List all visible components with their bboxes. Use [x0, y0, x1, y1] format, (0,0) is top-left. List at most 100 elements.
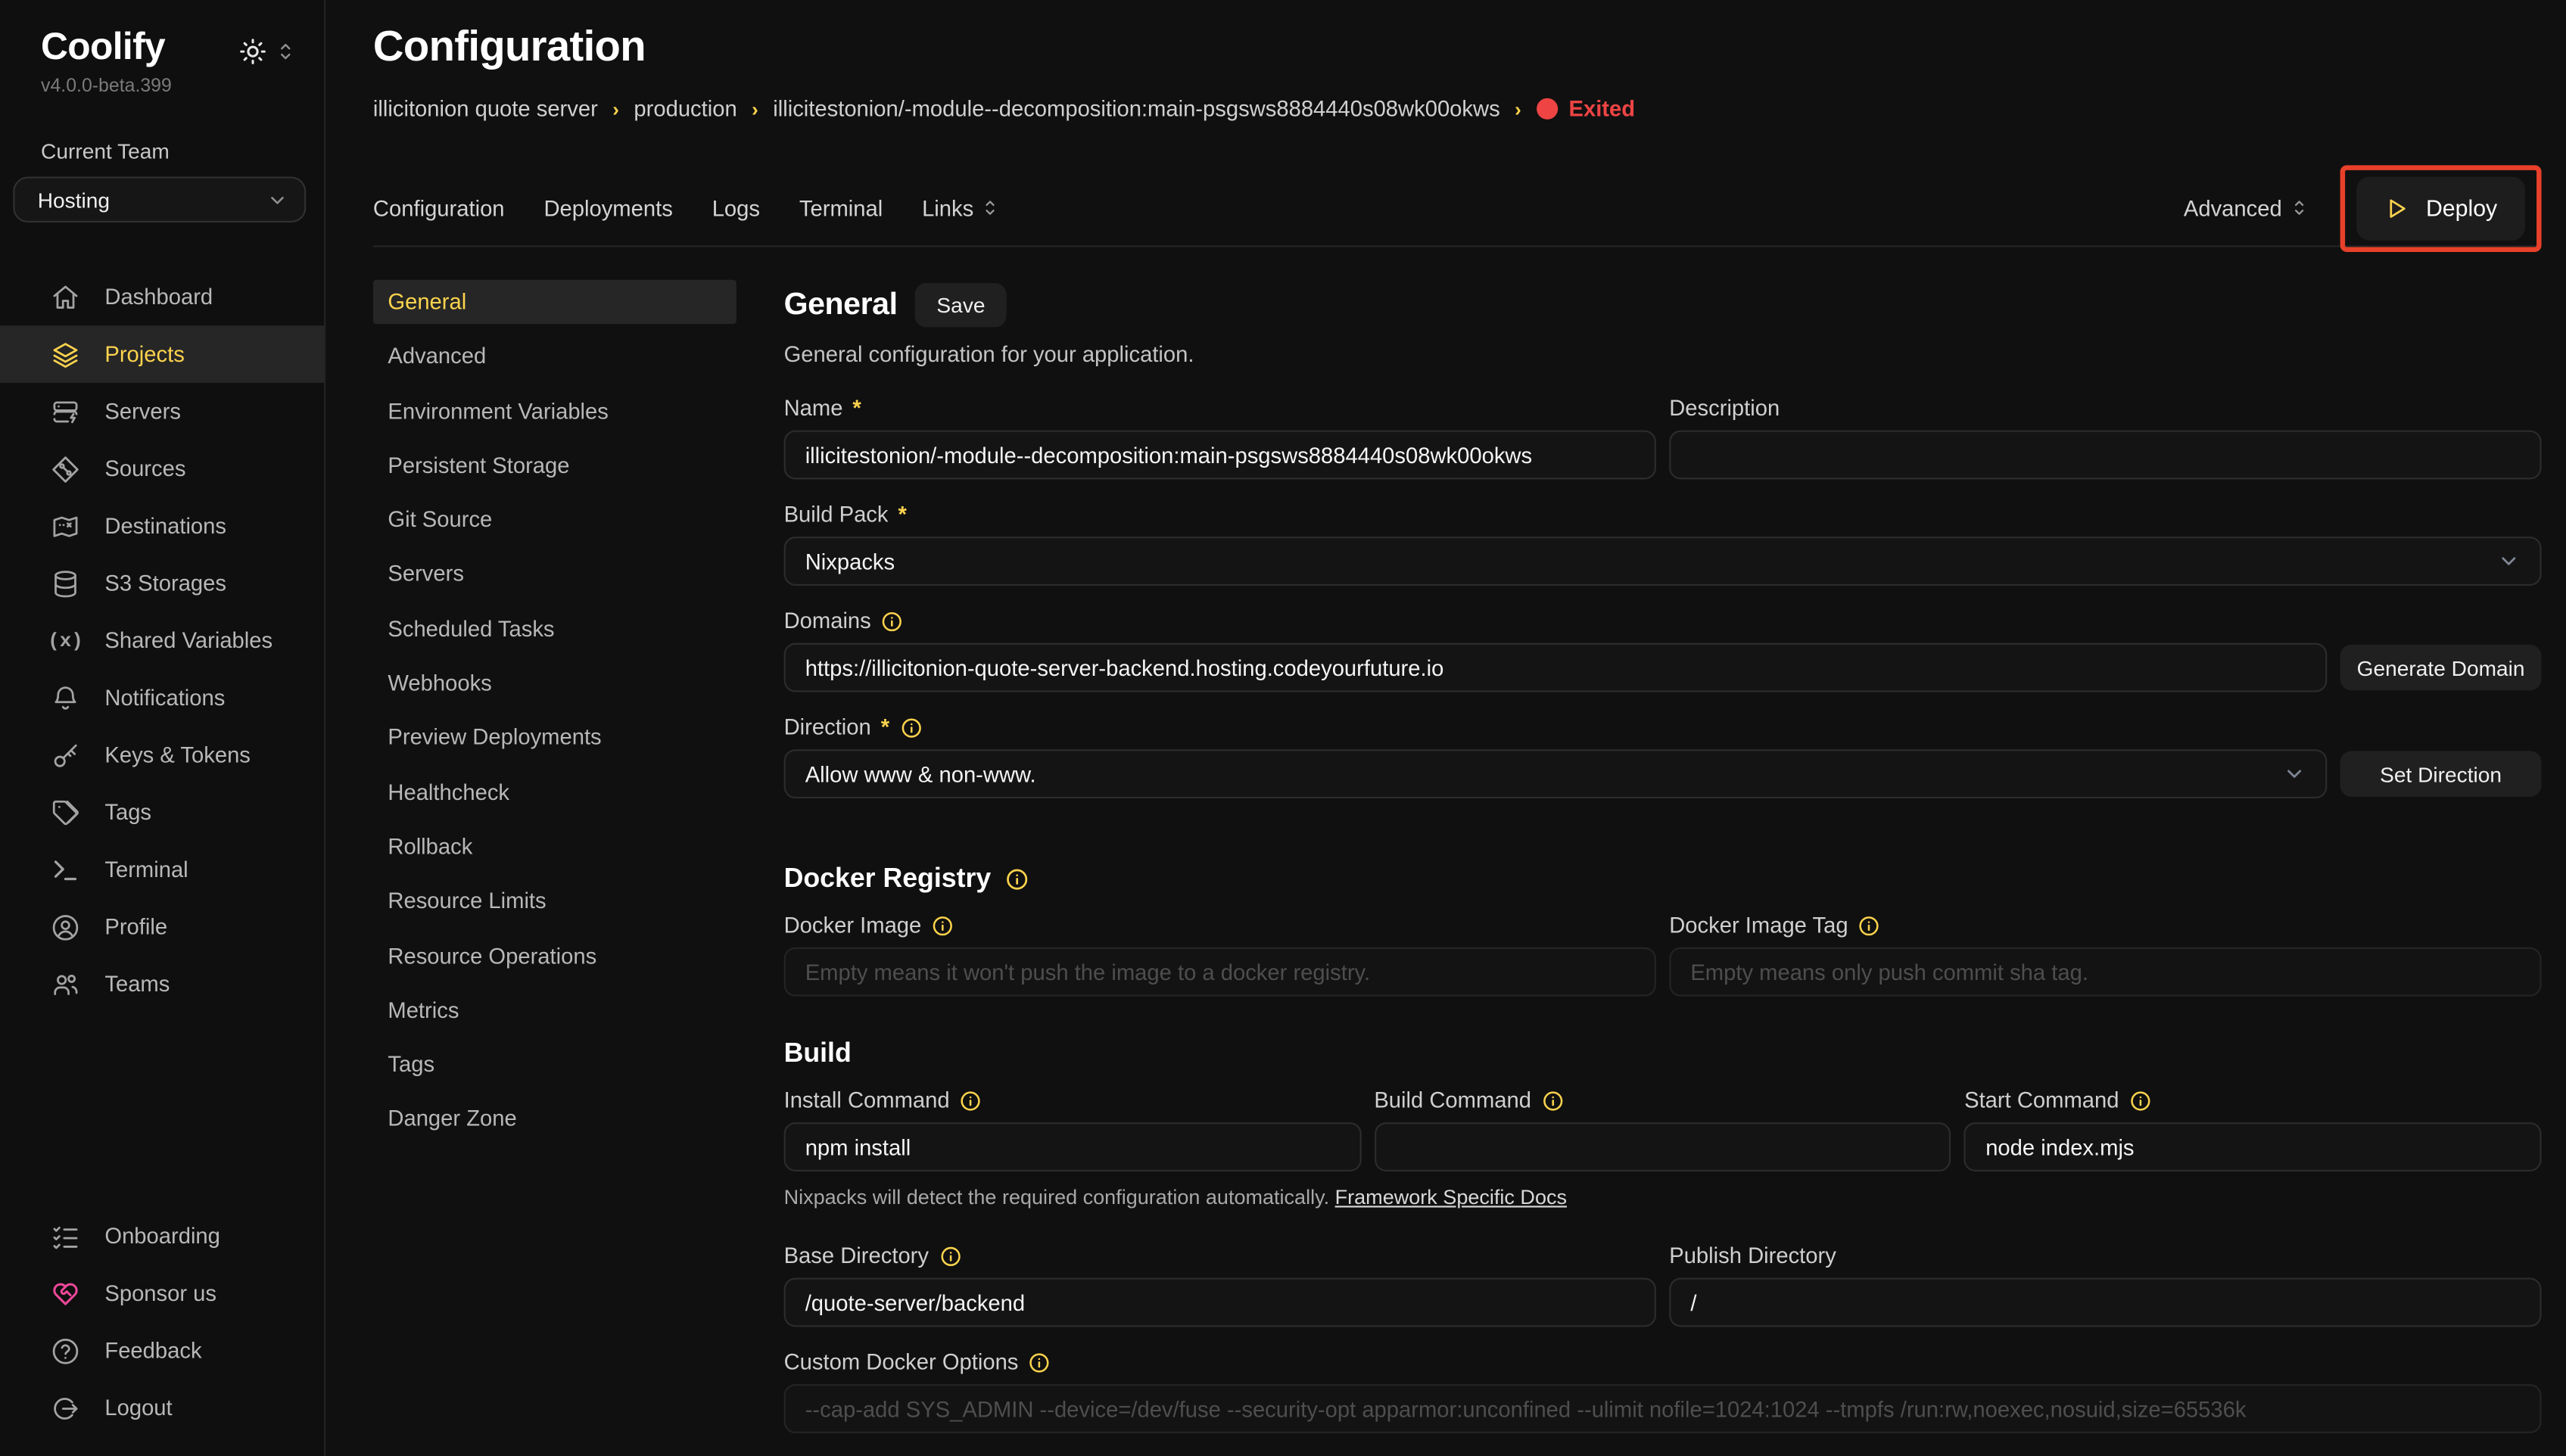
- sidebar-item-notifications[interactable]: Notifications: [0, 669, 324, 726]
- tab-deployments[interactable]: Deployments: [543, 195, 672, 219]
- info-icon[interactable]: [1541, 1089, 1564, 1112]
- start-command-input[interactable]: [1964, 1122, 2541, 1171]
- docker-image-tag-input[interactable]: [1669, 947, 2541, 997]
- domains-input[interactable]: [784, 643, 2328, 692]
- subnav-item-scheduled-tasks[interactable]: Scheduled Tasks: [373, 607, 736, 651]
- subnav-item-rollback[interactable]: Rollback: [373, 825, 736, 869]
- subnav-item-servers[interactable]: Servers: [373, 552, 736, 596]
- sidebar-item-logout[interactable]: Logout: [0, 1380, 324, 1437]
- subnav-item-environment-variables[interactable]: Environment Variables: [373, 389, 736, 433]
- save-button[interactable]: Save: [915, 283, 1006, 327]
- sidebar-item-s3-storages[interactable]: S3 Storages: [0, 555, 324, 612]
- app-logo[interactable]: Coolify: [41, 24, 165, 68]
- chevron-updown-icon: [2292, 198, 2309, 218]
- subnav-item-git-source[interactable]: Git Source: [373, 498, 736, 542]
- subnav-item-tags[interactable]: Tags: [373, 1043, 736, 1087]
- custom-docker-options-input[interactable]: [784, 1384, 2542, 1433]
- install-command-input[interactable]: [784, 1122, 1361, 1171]
- docker-image-input[interactable]: [784, 947, 1656, 997]
- sidebar-item-destinations[interactable]: Destinations: [0, 497, 324, 555]
- sidebar-item-feedback[interactable]: Feedback: [0, 1322, 324, 1380]
- subnav-item-preview-deployments[interactable]: Preview Deployments: [373, 716, 736, 760]
- team-select-value: Hosting: [38, 188, 110, 212]
- tab-terminal[interactable]: Terminal: [799, 195, 883, 219]
- breadcrumb-separator: ›: [612, 98, 619, 120]
- bell-icon: [51, 683, 80, 713]
- name-label: Name: [784, 396, 843, 420]
- subnav-item-webhooks[interactable]: Webhooks: [373, 661, 736, 705]
- direction-select[interactable]: Allow www & non-www.: [784, 749, 2328, 798]
- git-source-icon: [51, 454, 80, 484]
- breadcrumb-resource[interactable]: illicitestonion/-module--decomposition:m…: [773, 97, 1499, 121]
- sidebar-item-servers[interactable]: Servers: [0, 383, 324, 440]
- info-icon[interactable]: [939, 1244, 961, 1267]
- chevron-down-icon: [266, 189, 288, 210]
- sidebar-item-terminal[interactable]: Terminal: [0, 841, 324, 898]
- tab-logs[interactable]: Logs: [712, 195, 760, 219]
- info-icon[interactable]: [2128, 1089, 2151, 1112]
- sidebar-item-label: Sources: [104, 456, 185, 481]
- users-icon: [51, 969, 80, 999]
- required-asterisk: *: [898, 502, 906, 527]
- subnav-item-resource-operations[interactable]: Resource Operations: [373, 934, 736, 978]
- subnav-item-persistent-storage[interactable]: Persistent Storage: [373, 443, 736, 487]
- theme-switcher[interactable]: [239, 38, 295, 66]
- subnav-item-metrics[interactable]: Metrics: [373, 988, 736, 1032]
- sidebar-item-label: Shared Variables: [104, 628, 272, 652]
- sidebar-item-sources[interactable]: Sources: [0, 440, 324, 498]
- app-version: v4.0.0-beta.399: [0, 69, 324, 97]
- general-subtitle: General configuration for your applicati…: [784, 342, 2542, 366]
- subnav-item-general[interactable]: General: [373, 280, 736, 324]
- generate-domain-button[interactable]: Generate Domain: [2340, 645, 2542, 691]
- subnav-item-danger-zone[interactable]: Danger Zone: [373, 1097, 736, 1141]
- sidebar-item-onboarding[interactable]: Onboarding: [0, 1208, 324, 1265]
- breadcrumb-project[interactable]: illicitonion quote server: [373, 97, 598, 121]
- sidebar-item-profile[interactable]: Profile: [0, 898, 324, 956]
- deploy-label: Deploy: [2426, 194, 2497, 221]
- sidebar-item-label: Keys & Tokens: [104, 743, 251, 767]
- description-input[interactable]: [1669, 431, 2541, 480]
- variable-icon: (x): [51, 626, 80, 655]
- info-icon[interactable]: [960, 1089, 982, 1112]
- info-icon[interactable]: [881, 609, 904, 632]
- sidebar-item-shared-variables[interactable]: (x) Shared Variables: [0, 612, 324, 670]
- base-directory-label: Base Directory: [784, 1243, 929, 1268]
- main-area: Configuration illicitonion quote server …: [325, 0, 2566, 1456]
- advanced-dropdown[interactable]: Advanced: [2184, 195, 2308, 219]
- set-direction-button[interactable]: Set Direction: [2340, 751, 2542, 797]
- sidebar-item-teams[interactable]: Teams: [0, 956, 324, 1013]
- status-dot-icon: [1536, 98, 1557, 120]
- direction-value: Allow www & non-www.: [805, 761, 1036, 786]
- deploy-button[interactable]: Deploy: [2357, 176, 2525, 239]
- breadcrumb-environment[interactable]: production: [634, 97, 736, 121]
- info-icon[interactable]: [1028, 1351, 1051, 1374]
- sidebar-item-label: Onboarding: [104, 1224, 220, 1248]
- sidebar-item-keys-tokens[interactable]: Keys & Tokens: [0, 726, 324, 784]
- info-icon[interactable]: [1004, 867, 1029, 891]
- publish-directory-input[interactable]: [1669, 1278, 2541, 1327]
- tab-links[interactable]: Links: [922, 195, 998, 219]
- framework-docs-link[interactable]: Framework Specific Docs: [1335, 1186, 1567, 1209]
- sidebar-item-projects[interactable]: Projects: [0, 325, 324, 383]
- tag-icon: [51, 798, 80, 827]
- name-input[interactable]: [784, 431, 1656, 480]
- base-directory-input[interactable]: [784, 1278, 1656, 1327]
- sidebar-item-sponsor-us[interactable]: Sponsor us: [0, 1265, 324, 1322]
- tab-configuration[interactable]: Configuration: [373, 195, 505, 219]
- required-asterisk: *: [881, 715, 889, 739]
- current-team-label: Current Team: [0, 97, 324, 177]
- sidebar-item-tags[interactable]: Tags: [0, 784, 324, 842]
- sidebar-item-dashboard[interactable]: Dashboard: [0, 269, 324, 326]
- subnav-item-advanced[interactable]: Advanced: [373, 334, 736, 378]
- build-command-input[interactable]: [1374, 1122, 1951, 1171]
- info-icon[interactable]: [1858, 913, 1881, 936]
- info-icon[interactable]: [899, 716, 922, 739]
- subnav-item-resource-limits[interactable]: Resource Limits: [373, 879, 736, 923]
- sidebar-item-label: Dashboard: [104, 285, 213, 309]
- team-select[interactable]: Hosting: [13, 176, 306, 222]
- info-icon[interactable]: [931, 913, 954, 936]
- build-pack-select[interactable]: Nixpacks: [784, 537, 2542, 586]
- subnav-item-healthcheck[interactable]: Healthcheck: [373, 770, 736, 814]
- install-command-label: Install Command: [784, 1088, 950, 1112]
- config-subnav: General Advanced Environment Variables P…: [373, 280, 736, 1141]
